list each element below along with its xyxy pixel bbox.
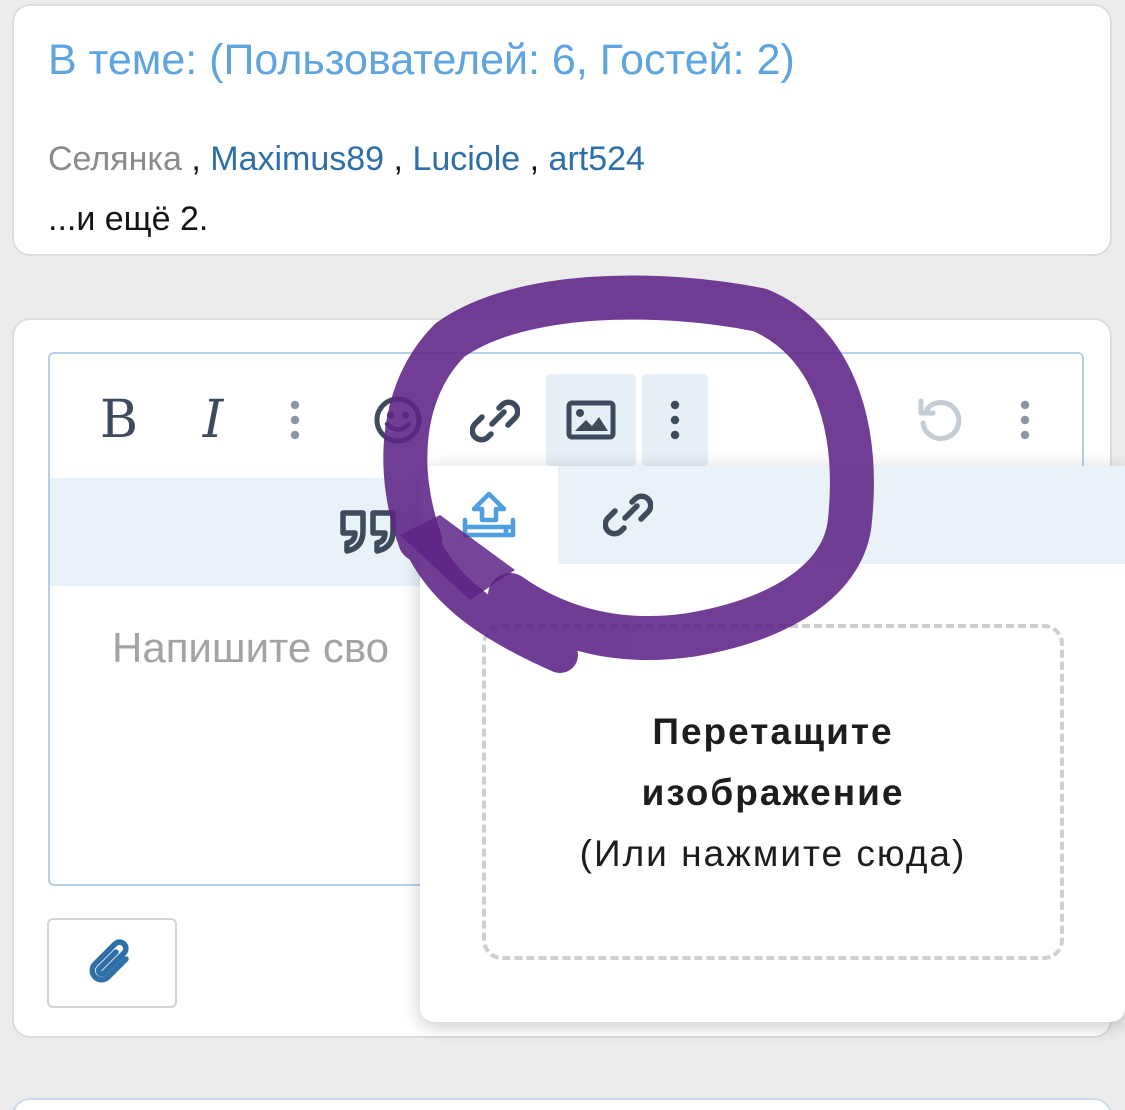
dropzone-hint: (Или нажмите сюда) [579,832,967,874]
user-link-art524[interactable]: art524 [549,140,645,178]
user-link-luciole[interactable]: Luciole [412,140,520,178]
image-dropzone[interactable]: Перетащите изображение (Или нажмите сюда… [482,624,1064,960]
next-card [12,1098,1112,1110]
quote-button[interactable] [338,504,400,560]
user-link-selyanka[interactable]: Селянка [48,140,182,178]
more-text-options-button[interactable] [280,394,310,446]
dropzone-title-line1: Перетащите [652,710,894,752]
bold-button[interactable]: B [94,394,144,446]
more-insert-options-button[interactable] [642,374,708,466]
more-options-button[interactable] [1010,394,1040,446]
link-icon [603,493,653,537]
undo-button [914,394,966,446]
separator: , [520,140,549,178]
online-users-title[interactable]: В теме: (Пользователей: 6, Гостей: 2) [48,36,795,85]
tab-image-by-url[interactable] [558,466,698,564]
attach-files-button[interactable] [47,918,177,1008]
italic-button[interactable]: I [188,394,238,446]
italic-icon: I [202,390,224,450]
image-popup-tabs [420,466,1125,564]
more-text-options-icon [290,400,300,440]
more-insert-options-icon [670,400,680,440]
upload-icon [462,491,516,538]
tab-upload-image[interactable] [420,466,558,564]
insert-image-popup: Перетащите изображение (Или нажмите сюда… [420,466,1125,1022]
bold-icon: B [99,390,139,450]
more-users-text[interactable]: ...и ещё 2. [48,200,208,239]
undo-icon [918,398,962,441]
online-users-card: В теме: (Пользователей: 6, Гостей: 2) Се… [12,4,1112,256]
separator: , [384,140,413,178]
more-options-icon [1020,400,1030,440]
user-link-maximus89[interactable]: Maximus89 [210,140,384,178]
link-button[interactable] [468,394,522,448]
separator: , [181,140,211,178]
insert-image-button[interactable] [546,374,636,466]
paperclip-icon [89,939,129,983]
dropzone-title-line2: изображение [641,771,905,813]
image-icon [566,400,616,440]
online-users-list: Селянка , Maximus89 , Luciole , art524 [48,140,645,179]
smiley-icon [374,396,422,444]
smiley-button[interactable] [372,394,424,446]
link-icon [470,399,520,443]
quote-icon [340,510,396,554]
message-input[interactable]: Напишите сво [112,624,389,672]
editor-toolbar: B I [50,354,1082,478]
